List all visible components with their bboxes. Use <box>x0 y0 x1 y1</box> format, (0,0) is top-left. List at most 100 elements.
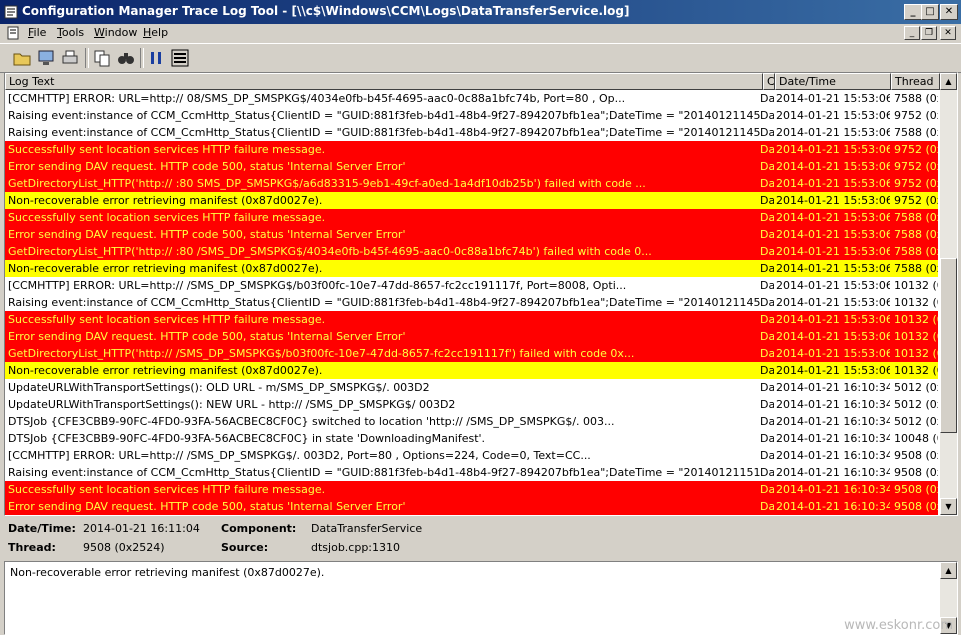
log-text-cell: Non-recoverable error retrieving manifes… <box>8 364 323 377</box>
thread-cell: 10048 (0 <box>894 432 938 445</box>
thread-cell: 10132 (0 <box>894 347 938 360</box>
component-cell: Da <box>760 449 774 462</box>
source-label: Source: <box>221 541 269 554</box>
log-row[interactable]: [CCMHTTP] ERROR: URL=http:// 08/SMS_DP_S… <box>5 90 938 107</box>
log-text-cell: Successfully sent location services HTTP… <box>8 313 326 326</box>
scroll-thumb[interactable] <box>940 258 957 433</box>
vertical-scrollbar[interactable]: ▲ ▼ <box>940 73 957 515</box>
log-row[interactable]: Error sending DAV request. HTTP code 500… <box>5 158 938 175</box>
log-row[interactable]: Error sending DAV request. HTTP code 500… <box>5 226 938 243</box>
component-cell: Da <box>760 432 774 445</box>
title-bar[interactable]: Configuration Manager Trace Log Tool - [… <box>0 0 961 24</box>
log-row[interactable]: DTSJob {CFE3CBB9-90FC-4FD0-93FA-56ACBEC8… <box>5 413 938 430</box>
log-row[interactable]: Raising event:instance of CCM_CcmHttp_St… <box>5 107 938 124</box>
log-text-cell: GetDirectoryList_HTTP('http:// /SMS_DP_S… <box>8 347 635 360</box>
date-time-label: Date/Time: <box>8 522 76 535</box>
component-cell: Da <box>760 211 774 224</box>
log-row[interactable]: Error sending DAV request. HTTP code 500… <box>5 498 938 515</box>
log-text-cell: GetDirectoryList_HTTP('http:// :80 /SMS_… <box>8 245 652 258</box>
thread-cell: 10132 (0 <box>894 330 938 343</box>
component-cell: Da <box>760 262 774 275</box>
scroll-down-button[interactable]: ▼ <box>940 498 957 515</box>
log-text-cell: [CCMHTTP] ERROR: URL=http:// 08/SMS_DP_S… <box>8 92 626 105</box>
scroll-up-button[interactable]: ▲ <box>940 73 957 90</box>
date-time-cell: 2014-01-21 16:10:34 <box>776 449 890 462</box>
thread-cell: 10132 (0 <box>894 364 938 377</box>
component-cell: Da <box>760 466 774 479</box>
component-cell: Da <box>760 330 774 343</box>
log-row[interactable]: Non-recoverable error retrieving manifes… <box>5 192 938 209</box>
log-row[interactable]: [CCMHTTP] ERROR: URL=http:// /SMS_DP_SMS… <box>5 447 938 464</box>
message-box[interactable]: Non-recoverable error retrieving manifes… <box>4 561 958 635</box>
date-time-cell: 2014-01-21 15:53:06 <box>776 296 890 309</box>
log-row[interactable]: DTSJob {CFE3CBB9-90FC-4FD0-93FA-56ACBEC8… <box>5 430 938 447</box>
menu-help-label: elp <box>151 26 169 39</box>
log-text-cell: Error sending DAV request. HTTP code 500… <box>8 330 406 343</box>
log-row[interactable]: [CCMHTTP] ERROR: URL=http:// /SMS_DP_SMS… <box>5 277 938 294</box>
log-row[interactable]: UpdateURLWithTransportSettings(): NEW UR… <box>5 396 938 413</box>
log-row[interactable]: Successfully sent location services HTTP… <box>5 209 938 226</box>
menu-file[interactable]: File <box>28 26 46 39</box>
pause-icon[interactable] <box>146 48 166 68</box>
close-button[interactable]: ✕ <box>940 4 958 20</box>
mdi-close-button[interactable]: ✕ <box>940 26 956 40</box>
maximize-button[interactable]: □ <box>921 4 939 20</box>
find-icon[interactable] <box>116 48 136 68</box>
menu-file-label: ile <box>33 26 47 39</box>
window-title: Configuration Manager Trace Log Tool - [… <box>22 4 630 18</box>
copy-icon[interactable] <box>92 48 112 68</box>
open-folder-icon[interactable] <box>12 48 32 68</box>
column-header-component[interactable]: C <box>763 73 775 90</box>
date-time-cell: 2014-01-21 15:53:06 <box>776 177 890 190</box>
log-row[interactable]: GetDirectoryList_HTTP('http:// :80 /SMS_… <box>5 243 938 260</box>
log-row[interactable]: Raising event:instance of CCM_CcmHttp_St… <box>5 464 938 481</box>
menu-tools[interactable]: Tools <box>57 26 84 39</box>
highlight-icon[interactable] <box>170 48 190 68</box>
log-row[interactable]: Successfully sent location services HTTP… <box>5 481 938 498</box>
log-text-cell: UpdateURLWithTransportSettings(): NEW UR… <box>8 398 456 411</box>
column-header-date-time[interactable]: Date/Time <box>775 73 891 90</box>
thread-cell: 9752 (0x <box>894 109 938 122</box>
component-cell: Da <box>760 347 774 360</box>
date-time-cell: 2014-01-21 15:53:06 <box>776 109 890 122</box>
log-row[interactable]: GetDirectoryList_HTTP('http:// :80 SMS_D… <box>5 175 938 192</box>
log-row[interactable]: Non-recoverable error retrieving manifes… <box>5 260 938 277</box>
message-scroll-up-button[interactable]: ▲ <box>940 562 957 579</box>
app-icon <box>4 5 18 19</box>
log-row[interactable]: Successfully sent location services HTTP… <box>5 141 938 158</box>
component-cell: Da <box>760 245 774 258</box>
column-header-thread[interactable]: Thread <box>891 73 940 90</box>
log-text-cell: Raising event:instance of CCM_CcmHttp_St… <box>8 109 760 122</box>
toolbar-separator <box>85 48 89 68</box>
thread-cell: 10132 (0 <box>894 296 938 309</box>
thread-cell: 7588 (0x <box>894 126 938 139</box>
log-list[interactable]: Log Text C Date/Time Thread [CCMHTTP] ER… <box>4 72 958 516</box>
log-text-cell: GetDirectoryList_HTTP('http:// :80 SMS_D… <box>8 177 646 190</box>
log-row[interactable]: UpdateURLWithTransportSettings(): OLD UR… <box>5 379 938 396</box>
log-row[interactable]: Non-recoverable error retrieving manifes… <box>5 362 938 379</box>
component-cell: Da <box>760 364 774 377</box>
log-row[interactable]: Error sending DAV request. HTTP code 500… <box>5 328 938 345</box>
message-text: Non-recoverable error retrieving manifes… <box>10 566 325 579</box>
menu-help[interactable]: Help <box>143 26 168 39</box>
log-row[interactable]: Raising event:instance of CCM_CcmHttp_St… <box>5 124 938 141</box>
log-row[interactable]: Successfully sent location services HTTP… <box>5 311 938 328</box>
open-remote-icon[interactable] <box>36 48 56 68</box>
component-cell: Da <box>760 279 774 292</box>
component-cell: Da <box>760 160 774 173</box>
date-time-cell: 2014-01-21 15:53:06 <box>776 160 890 173</box>
date-time-cell: 2014-01-21 15:53:06 <box>776 279 890 292</box>
column-header-log-text[interactable]: Log Text <box>5 73 763 90</box>
document-icon[interactable] <box>6 26 20 40</box>
menu-window[interactable]: Window <box>94 26 137 39</box>
print-icon[interactable] <box>60 48 80 68</box>
date-time-value: 2014-01-21 16:11:04 <box>83 522 200 535</box>
log-row[interactable]: GetDirectoryList_HTTP('http:// /SMS_DP_S… <box>5 345 938 362</box>
minimize-button[interactable]: _ <box>904 4 922 20</box>
log-row[interactable]: Raising event:instance of CCM_CcmHttp_St… <box>5 294 938 311</box>
source-value: dtsjob.cpp:1310 <box>311 541 401 554</box>
mdi-minimize-button[interactable]: _ <box>904 26 920 40</box>
thread-cell: 9752 (0x <box>894 160 938 173</box>
mdi-restore-button[interactable]: ❐ <box>921 26 937 40</box>
log-text-cell: UpdateURLWithTransportSettings(): OLD UR… <box>8 381 430 394</box>
